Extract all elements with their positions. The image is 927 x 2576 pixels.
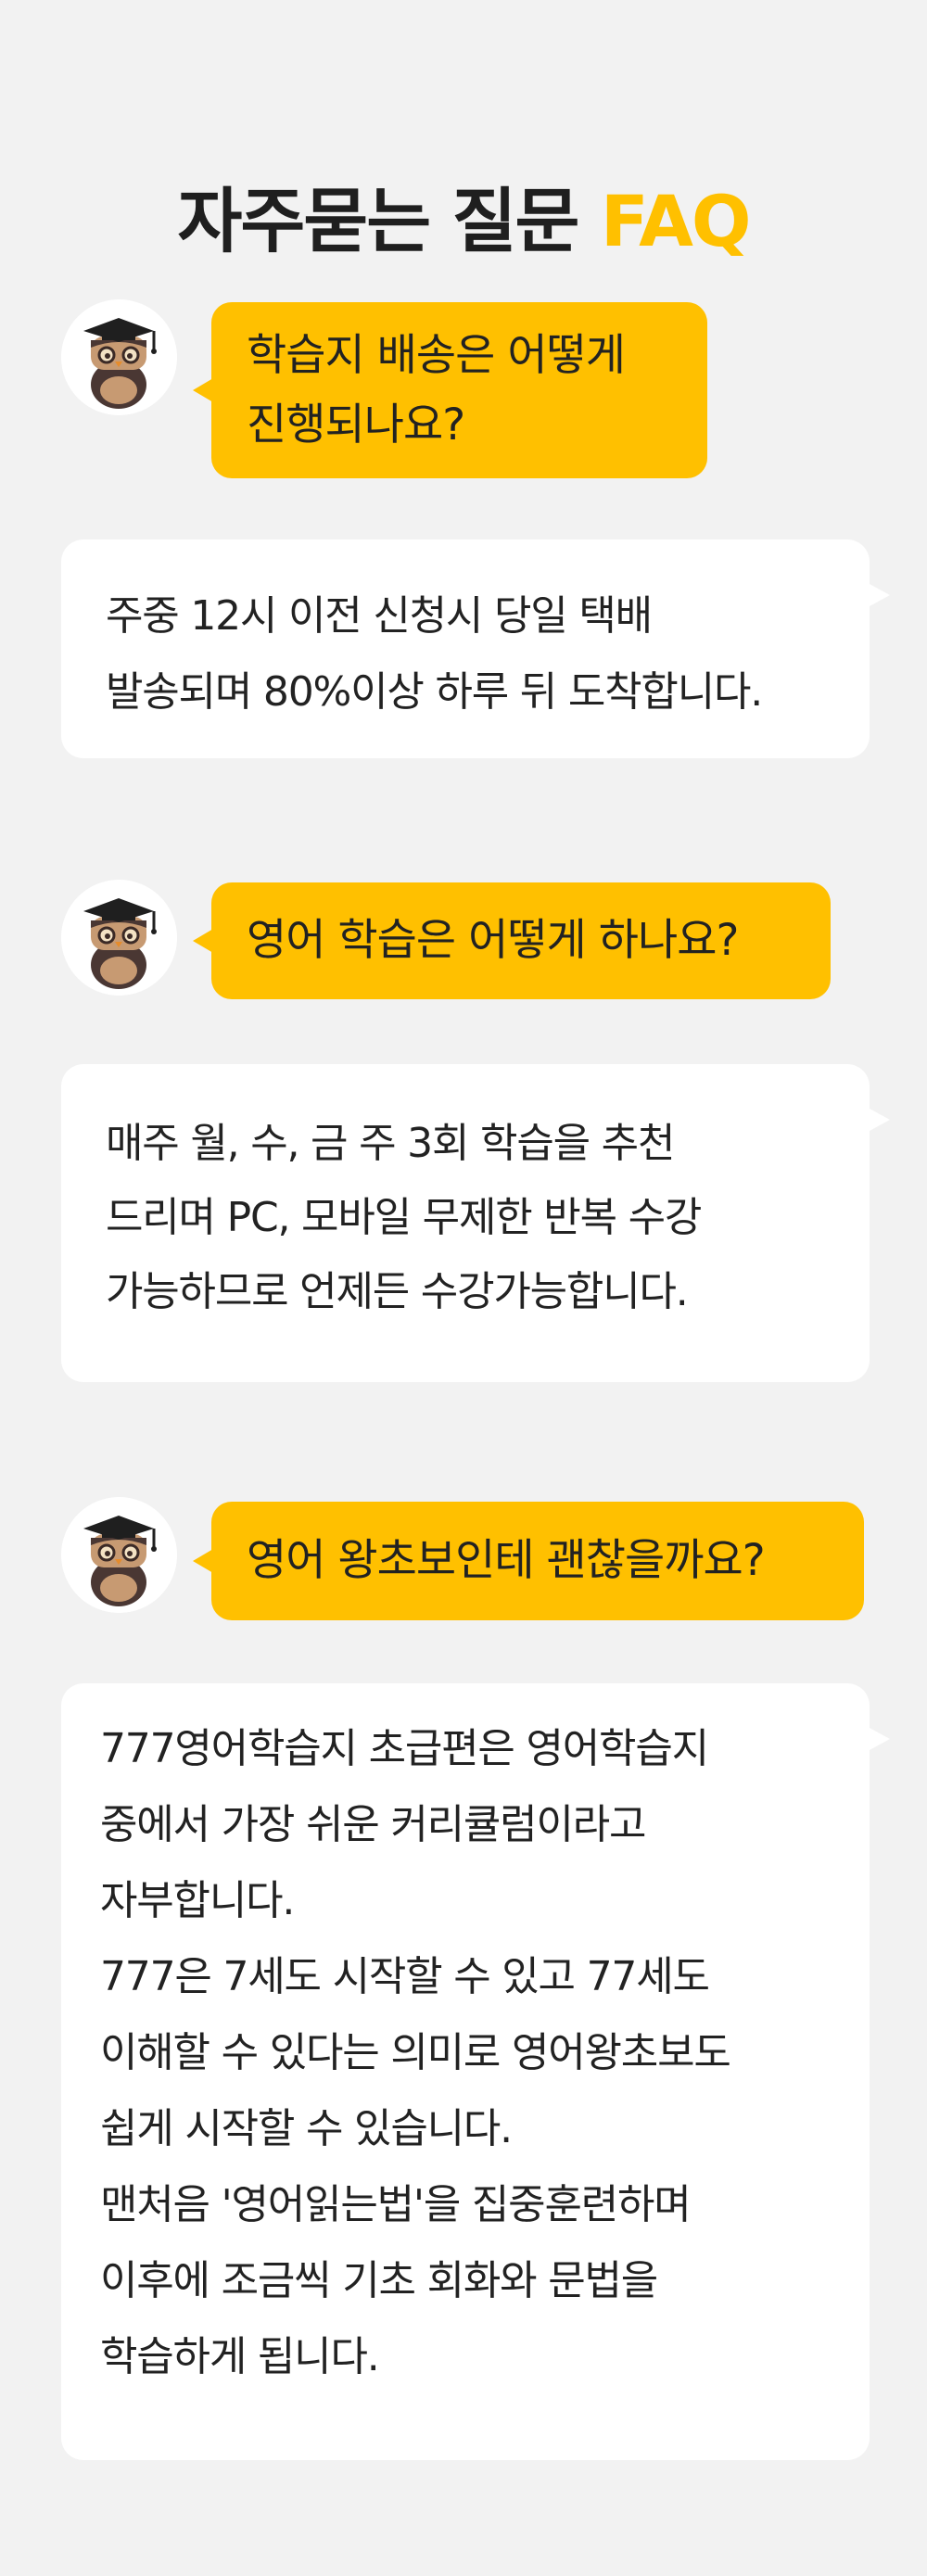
page-title-accent: FAQ (600, 179, 752, 262)
faq-question-bubble: 학습지 배송은 어떻게 진행되나요? (193, 302, 707, 478)
faq-question-text: 영어 왕초보인테 괜찮을까요? (247, 1535, 766, 1587)
faq-question-text: 학습지 배송은 어떻게 진행되나요? (247, 329, 626, 450)
faq-answer-bubble: 777영어학습지 초급편은 영어학습지 중에서 가장 쉬운 커리큘럼이라고 자부… (61, 1683, 890, 2460)
faq-question-bubble: 영어 왕초보인테 괜찮을까요? (193, 1502, 864, 1620)
faq-question-text: 영어 학습은 어떻게 하나요? (247, 915, 739, 967)
faq-answer-text: 777영어학습지 초급편은 영어학습지 중에서 가장 쉬운 커리큘럼이라고 자부… (100, 1725, 731, 2380)
faq-answer-bubble: 주중 12시 이전 신청시 당일 택배 발송되며 80%이상 하루 뒤 도착합니… (61, 539, 890, 758)
page-title-main: 자주묻는 질문 (177, 179, 601, 262)
faq-question-bubble: 영어 학습은 어떻게 하나요? (193, 882, 831, 999)
owl-graduate-icon (61, 880, 177, 996)
page-title: 자주묻는 질문 FAQ (0, 185, 927, 257)
faq-answer-text: 매주 월, 수, 금 주 3회 학습을 추천 드리며 PC, 모바일 무제한 반… (106, 1120, 702, 1315)
owl-graduate-icon (61, 1497, 177, 1613)
faq-answer-text: 주중 12시 이전 신청시 당일 택배 발송되며 80%이상 하루 뒤 도착합니… (106, 592, 763, 716)
owl-graduate-icon (61, 299, 177, 415)
faq-answer-bubble: 매주 월, 수, 금 주 3회 학습을 추천 드리며 PC, 모바일 무제한 반… (61, 1064, 890, 1382)
